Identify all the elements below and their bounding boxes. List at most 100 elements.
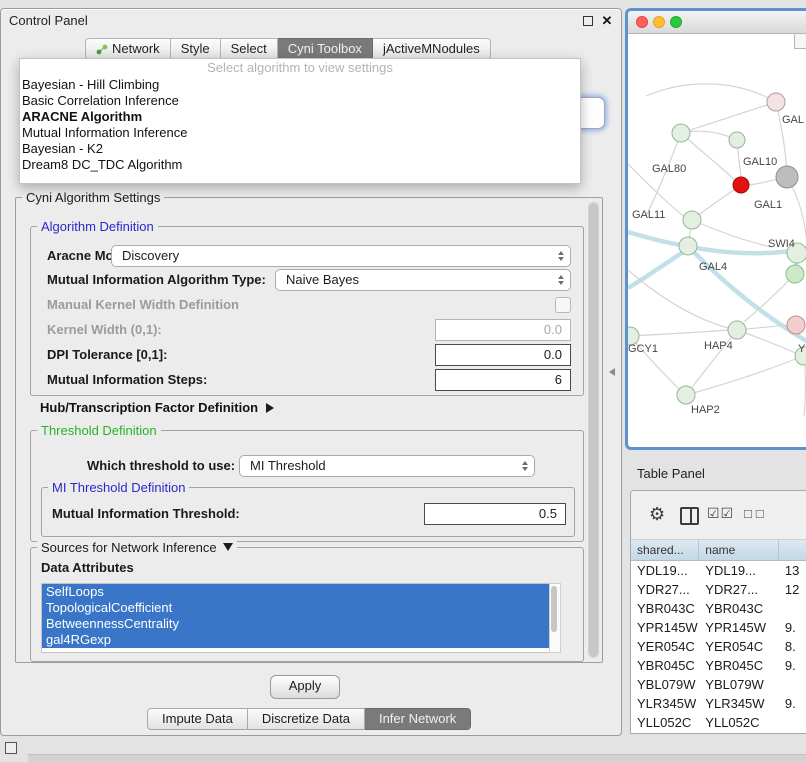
mi-threshold-group: MI Threshold Definition Mutual Informati… bbox=[41, 487, 575, 537]
tab-infer-network[interactable]: Infer Network bbox=[365, 708, 471, 730]
aracne-mode-select[interactable]: Discovery bbox=[111, 245, 571, 267]
cell: YDL19... bbox=[699, 561, 779, 580]
manual-kernel-checkbox[interactable] bbox=[555, 297, 571, 313]
graph-edge bbox=[681, 133, 735, 180]
graph-node[interactable] bbox=[672, 124, 690, 142]
column-header-shared-name[interactable]: shared... bbox=[631, 540, 699, 560]
cell: YBL079W bbox=[699, 675, 779, 694]
table-row[interactable]: YDL19...YDL19...13 bbox=[631, 561, 806, 580]
sources-group-toggle[interactable]: Sources for Network Inference bbox=[37, 540, 237, 555]
list-item[interactable]: SelfLoops bbox=[42, 584, 549, 600]
tab-cyni-toolbox[interactable]: Cyni Toolbox bbox=[278, 38, 373, 60]
graph-edge bbox=[776, 102, 787, 175]
graph-node-label: SWI4 bbox=[768, 238, 795, 250]
minimize-traffic-light[interactable] bbox=[653, 16, 665, 28]
graph-edge bbox=[646, 84, 776, 102]
algorithm-option-selected[interactable]: ARACNE Algorithm bbox=[20, 109, 580, 125]
settings-group-title: Cyni Algorithm Settings bbox=[22, 190, 164, 205]
close-button[interactable]: ✕ bbox=[600, 14, 614, 28]
algorithm-option[interactable]: Basic Correlation Inference bbox=[20, 93, 580, 109]
tab-label: Select bbox=[231, 39, 267, 59]
cell: YDR27... bbox=[699, 580, 779, 599]
graph-node[interactable] bbox=[733, 177, 749, 193]
mi-threshold-field[interactable]: 0.5 bbox=[424, 503, 566, 525]
graph-node[interactable] bbox=[729, 132, 745, 148]
algorithm-option[interactable]: Mutual Information Inference bbox=[20, 125, 580, 141]
tab-style[interactable]: Style bbox=[171, 38, 221, 60]
hub-section-label: Hub/Transcription Factor Definition bbox=[40, 400, 258, 415]
table-row[interactable]: YER054CYER054C8. bbox=[631, 637, 806, 656]
chevron-down-icon bbox=[223, 543, 233, 551]
graph-node[interactable] bbox=[786, 265, 804, 283]
algorithm-option[interactable]: Bayesian - K2 bbox=[20, 141, 580, 157]
dpi-tolerance-field[interactable]: 0.0 bbox=[435, 344, 571, 366]
table-row[interactable]: YDR27...YDR27...12 bbox=[631, 580, 806, 599]
tab-select[interactable]: Select bbox=[221, 38, 278, 60]
panel-splitter-arrow[interactable] bbox=[609, 368, 615, 376]
attributes-scrollbar[interactable] bbox=[549, 583, 561, 653]
chevron-up-down-icon bbox=[558, 251, 564, 261]
table-row[interactable]: YPR145WYPR145W9. bbox=[631, 618, 806, 637]
tab-network[interactable]: Network bbox=[85, 38, 171, 60]
tab-jactivemnodules[interactable]: jActiveMNodules bbox=[373, 38, 491, 60]
algorithm-option[interactable]: Dream8 DC_TDC Algorithm bbox=[20, 157, 580, 173]
mi-threshold-label: Mutual Information Threshold: bbox=[52, 506, 240, 522]
list-item[interactable]: gal4RGexp bbox=[42, 632, 549, 648]
zoom-traffic-light[interactable] bbox=[670, 16, 682, 28]
table-row[interactable]: YBR045CYBR045C9. bbox=[631, 656, 806, 675]
which-threshold-select[interactable]: MI Threshold bbox=[239, 455, 535, 477]
column-browser-icon[interactable] bbox=[680, 507, 699, 525]
cell: YDR27... bbox=[631, 580, 699, 599]
list-item[interactable]: TopologicalCoefficient bbox=[42, 600, 549, 616]
network-window-titlebar bbox=[628, 11, 806, 34]
graph-node[interactable] bbox=[776, 166, 798, 188]
mi-steps-field[interactable]: 6 bbox=[435, 369, 571, 391]
table-header: shared... name bbox=[631, 540, 806, 561]
mi-threshold-group-title: MI Threshold Definition bbox=[48, 480, 189, 495]
algorithm-definition-title: Algorithm Definition bbox=[37, 219, 158, 234]
tab-impute-data[interactable]: Impute Data bbox=[147, 708, 248, 730]
scrollbar-thumb[interactable] bbox=[551, 586, 557, 632]
restore-window-icon[interactable] bbox=[5, 742, 17, 754]
threshold-definition-group: Threshold Definition Which threshold to … bbox=[30, 430, 584, 542]
column-header-name[interactable]: name bbox=[699, 540, 779, 560]
close-traffic-light[interactable] bbox=[636, 16, 648, 28]
scrollbar-thumb[interactable] bbox=[589, 203, 598, 657]
graph-node[interactable] bbox=[787, 316, 805, 334]
chevron-up-down-icon bbox=[522, 461, 528, 471]
graph-node[interactable] bbox=[767, 93, 785, 111]
tab-discretize-data[interactable]: Discretize Data bbox=[248, 708, 365, 730]
cell: 8. bbox=[779, 637, 806, 656]
chevron-right-icon bbox=[266, 403, 274, 413]
tab-label: Style bbox=[181, 39, 210, 59]
graph-node[interactable] bbox=[679, 237, 697, 255]
graph-node[interactable] bbox=[683, 211, 701, 229]
column-header-clipped[interactable] bbox=[779, 540, 806, 560]
hub-section-toggle[interactable]: Hub/Transcription Factor Definition bbox=[40, 400, 274, 415]
chevron-up-down-icon bbox=[558, 275, 564, 285]
kernel-width-field[interactable]: 0.0 bbox=[435, 319, 571, 341]
cell: 9. bbox=[779, 656, 806, 675]
table-toolbar: ⚙ ☑☑ ☐☐ bbox=[631, 491, 806, 540]
page-title: Control Panel bbox=[9, 13, 88, 28]
cell: YBR045C bbox=[631, 656, 699, 675]
table-row[interactable]: YBL079WYBL079W bbox=[631, 675, 806, 694]
mi-type-select[interactable]: Naive Bayes bbox=[275, 269, 571, 291]
table-row[interactable]: YBR043CYBR043C bbox=[631, 599, 806, 618]
graph-node-label: GAL1 bbox=[754, 199, 782, 211]
settings-scrollbar[interactable] bbox=[588, 202, 599, 658]
graph-node[interactable] bbox=[728, 321, 746, 339]
deselect-all-checkboxes-icon[interactable]: ☐☐ bbox=[743, 508, 767, 521]
network-canvas[interactable]: GAL80GAL10GALGAL11GAL1SWI4GAL4GCY1HAP4YH… bbox=[628, 34, 806, 448]
table-row[interactable]: YLR345WYLR345W9. bbox=[631, 694, 806, 713]
gear-icon[interactable]: ⚙ bbox=[649, 505, 665, 523]
graph-node[interactable] bbox=[677, 386, 695, 404]
list-item[interactable]: BetweennessCentrality bbox=[42, 616, 549, 632]
cell: YLL052C bbox=[699, 713, 779, 732]
select-all-checkboxes-icon[interactable]: ☑☑ bbox=[707, 505, 734, 522]
tab-label: Network bbox=[112, 39, 160, 59]
minimize-button[interactable] bbox=[581, 14, 595, 28]
apply-button[interactable]: Apply bbox=[270, 675, 340, 699]
table-row[interactable]: YLL052CYLL052C bbox=[631, 713, 806, 732]
algorithm-option[interactable]: Bayesian - Hill Climbing bbox=[20, 77, 580, 93]
